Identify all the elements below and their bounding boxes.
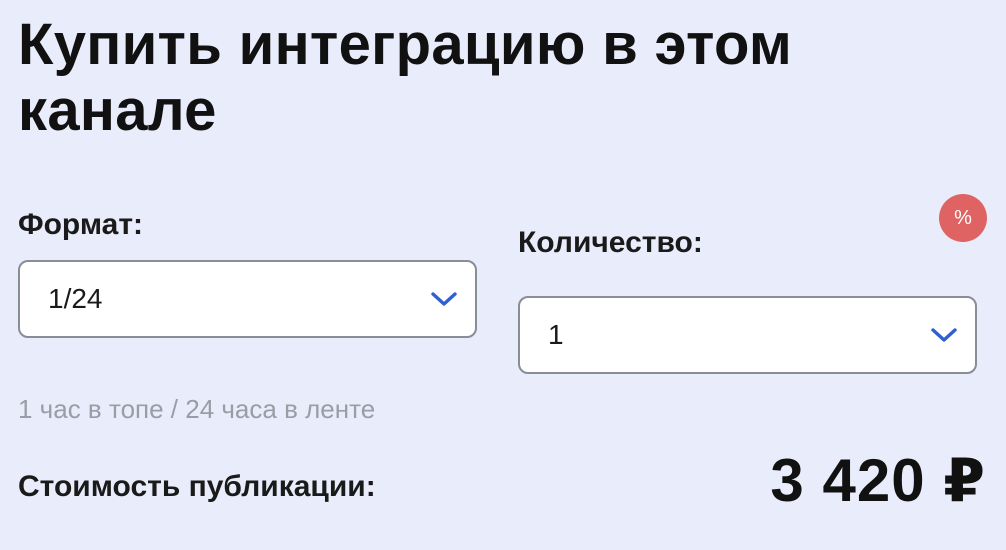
price-value: 3 420 ₽ (770, 447, 986, 514)
chevron-down-icon (431, 292, 457, 306)
format-select-value: 1/24 (48, 283, 103, 314)
chevron-down-icon (931, 328, 957, 342)
page-title: Купить интеграцию в этом канале (18, 12, 793, 143)
format-select[interactable]: 1/24 (18, 260, 477, 338)
format-description: 1 час в топе / 24 часа в ленте (18, 394, 376, 424)
discount-badge[interactable]: % (939, 194, 987, 242)
price-label: Стоимость публикации: (18, 470, 376, 503)
quantity-label: Количество: (518, 226, 703, 259)
quantity-select-value: 1 (548, 319, 564, 350)
quantity-select[interactable]: 1 (518, 296, 977, 374)
format-label: Формат: (18, 208, 144, 241)
